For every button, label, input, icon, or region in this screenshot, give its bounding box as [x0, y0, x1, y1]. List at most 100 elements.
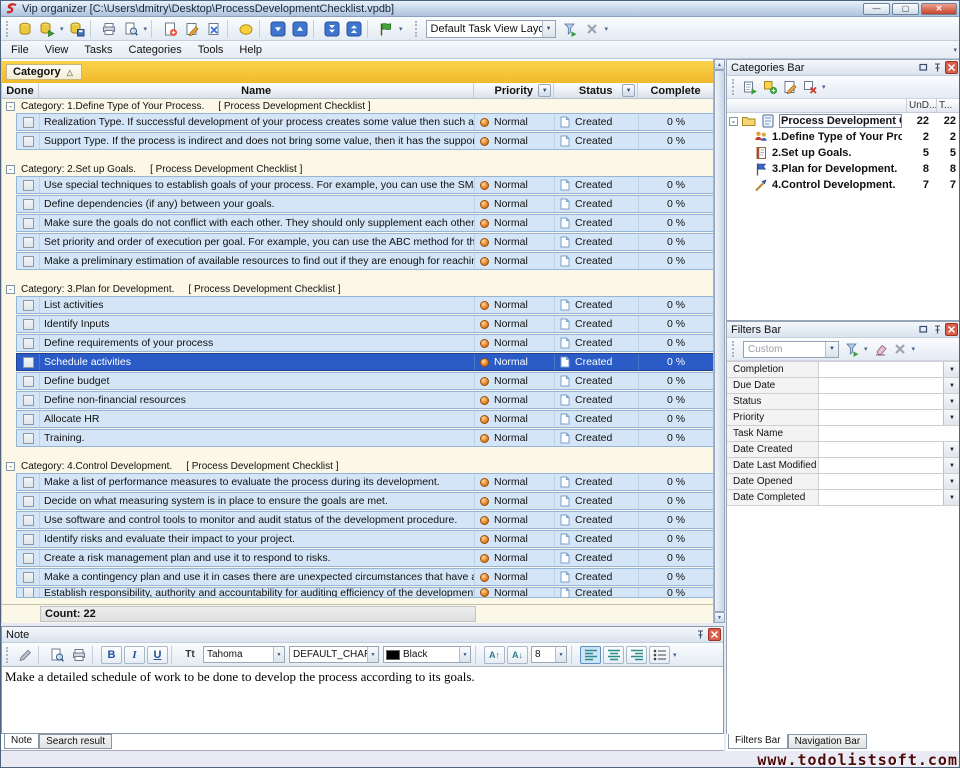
font-family-combo[interactable]: Tahoma ▼	[203, 646, 285, 663]
move-down-icon[interactable]	[267, 19, 289, 39]
task-checkbox[interactable]	[23, 117, 34, 128]
task-checkbox[interactable]	[23, 588, 34, 597]
task-checkbox[interactable]	[23, 553, 34, 564]
charset-combo[interactable]: DEFAULT_CHAR ▼	[289, 646, 379, 663]
scroll-down-icon[interactable]: ▼	[714, 612, 725, 623]
filter-field-value[interactable]	[819, 426, 960, 441]
add-list-icon[interactable]	[740, 78, 760, 97]
print-icon[interactable]	[98, 19, 120, 39]
filter-field-value[interactable]	[819, 442, 943, 457]
toolbar-grip[interactable]	[732, 79, 737, 95]
task-checkbox[interactable]	[23, 319, 34, 330]
panel-close-icon[interactable]	[945, 323, 958, 336]
column-header-name[interactable]: Name	[39, 83, 474, 98]
category-tree-item[interactable]: -Process Development Checklist2222	[727, 113, 960, 129]
save-database-icon[interactable]	[66, 19, 88, 39]
task-row[interactable]: Support Type. If the process is indirect…	[16, 132, 713, 150]
underline-icon[interactable]: U	[147, 646, 168, 664]
complete-task-icon[interactable]	[235, 19, 257, 39]
task-checkbox[interactable]	[23, 300, 34, 311]
edit-category-icon[interactable]	[780, 78, 800, 97]
task-row[interactable]: Make a preliminary estimation of availab…	[16, 252, 713, 270]
filter-dropdown-icon[interactable]: ▼	[943, 474, 960, 489]
toolbar-grip[interactable]	[6, 21, 11, 37]
font-color-combo[interactable]: Black ▼	[383, 646, 471, 663]
category-tree-item[interactable]: 2.Set up Goals.55	[727, 145, 960, 161]
chevron-down-icon[interactable]: ▼	[367, 647, 378, 662]
align-left-icon[interactable]	[580, 646, 601, 664]
task-row[interactable]: Define non-financial resourcesNormalCrea…	[16, 391, 713, 409]
filter-field-value[interactable]	[819, 362, 943, 377]
column-header-total[interactable]: T...	[936, 99, 960, 112]
filter-flag-icon[interactable]	[375, 19, 397, 39]
add-category-icon[interactable]	[760, 78, 780, 97]
task-row[interactable]: Decide on what measuring system is in pl…	[16, 492, 713, 510]
column-header-done[interactable]: Done	[2, 83, 39, 98]
dropdown-caret-icon[interactable]: ▾	[671, 651, 679, 659]
tab-note[interactable]: Note	[4, 734, 39, 749]
grid-scrollbar[interactable]: ▲ ▼	[713, 59, 724, 623]
column-header-complete[interactable]: Complete	[638, 83, 713, 98]
column-header-status[interactable]: Status ▼	[554, 83, 638, 98]
task-checkbox[interactable]	[23, 515, 34, 526]
task-row[interactable]: Training.NormalCreated0 %	[16, 429, 713, 447]
task-checkbox[interactable]	[23, 534, 34, 545]
collapse-icon[interactable]: -	[6, 462, 15, 471]
note-edit-icon[interactable]	[14, 645, 36, 665]
group-header[interactable]: -Category: 4.Control Development.[ Proce…	[2, 459, 713, 473]
scrollbar-thumb[interactable]	[714, 70, 725, 612]
task-row[interactable]: Allocate HRNormalCreated0 %	[16, 410, 713, 428]
note-text-area[interactable]: Make a detailed schedule of work to be d…	[2, 667, 723, 733]
menu-overflow-icon[interactable]: ▾	[951, 46, 959, 54]
open-database-icon[interactable]	[36, 19, 58, 39]
align-center-icon[interactable]	[603, 646, 624, 664]
panel-pin-icon[interactable]	[931, 323, 944, 336]
dropdown-caret-icon[interactable]: ▾	[142, 25, 150, 33]
maximize-button[interactable]: ▢	[892, 3, 919, 15]
dropdown-caret-icon[interactable]: ▾	[910, 345, 918, 353]
filter-field-value[interactable]	[819, 394, 943, 409]
task-row[interactable]: Identify InputsNormalCreated0 %	[16, 315, 713, 333]
task-row[interactable]: Define requirements of your processNorma…	[16, 334, 713, 352]
panel-restore-icon[interactable]	[917, 61, 930, 74]
group-header[interactable]: -Category: 3.Plan for Development.[ Proc…	[2, 282, 713, 296]
task-checkbox[interactable]	[23, 395, 34, 406]
task-row[interactable]: Define budgetNormalCreated0 %	[16, 372, 713, 390]
filter-field-value[interactable]	[819, 410, 943, 425]
task-row[interactable]: Establish responsibility, authority and …	[16, 587, 713, 598]
dropdown-caret-icon[interactable]: ▾	[603, 25, 611, 33]
group-header[interactable]: -Category: 1.Define Type of Your Process…	[2, 99, 713, 113]
task-row[interactable]: Make sure the goals do not conflict with…	[16, 214, 713, 232]
filter-preset-combo[interactable]: Custom ▼	[743, 341, 839, 358]
chevron-down-icon[interactable]: ▼	[273, 647, 284, 662]
filter-field-value[interactable]	[819, 458, 943, 473]
panel-close-icon[interactable]	[945, 61, 958, 74]
filter-field-value[interactable]	[819, 474, 943, 489]
filter-dropdown-icon[interactable]: ▼	[943, 378, 960, 393]
status-filter-icon[interactable]: ▼	[622, 84, 635, 97]
task-checkbox[interactable]	[23, 199, 34, 210]
column-header-priority[interactable]: Priority ▼	[474, 83, 554, 98]
chevron-down-icon[interactable]: ▼	[825, 342, 838, 357]
delete-category-icon[interactable]	[800, 78, 820, 97]
task-row[interactable]: Use special techniques to establish goal…	[16, 176, 713, 194]
new-database-icon[interactable]	[14, 19, 36, 39]
task-row[interactable]: Realization Type. If successful developm…	[16, 113, 713, 131]
dropdown-caret-icon[interactable]: ▾	[397, 25, 405, 33]
panel-close-icon[interactable]	[708, 628, 721, 641]
font-size-combo[interactable]: 8 ▼	[531, 646, 567, 663]
priority-filter-icon[interactable]: ▼	[538, 84, 551, 97]
move-up-icon[interactable]	[289, 19, 311, 39]
minimize-button[interactable]: —	[863, 3, 890, 15]
task-checkbox[interactable]	[23, 338, 34, 349]
dropdown-caret-icon[interactable]: ▾	[862, 345, 870, 353]
task-checkbox[interactable]	[23, 414, 34, 425]
collapse-icon[interactable]: -	[729, 117, 738, 126]
bold-icon[interactable]: B	[101, 646, 122, 664]
filter-dropdown-icon[interactable]: ▼	[943, 362, 960, 377]
filter-dropdown-icon[interactable]: ▼	[943, 490, 960, 505]
filter-dropdown-icon[interactable]: ▼	[943, 458, 960, 473]
filter-dropdown-icon[interactable]: ▼	[943, 394, 960, 409]
bullet-list-icon[interactable]	[649, 646, 670, 664]
task-row[interactable]: Create a risk management plan and use it…	[16, 549, 713, 567]
